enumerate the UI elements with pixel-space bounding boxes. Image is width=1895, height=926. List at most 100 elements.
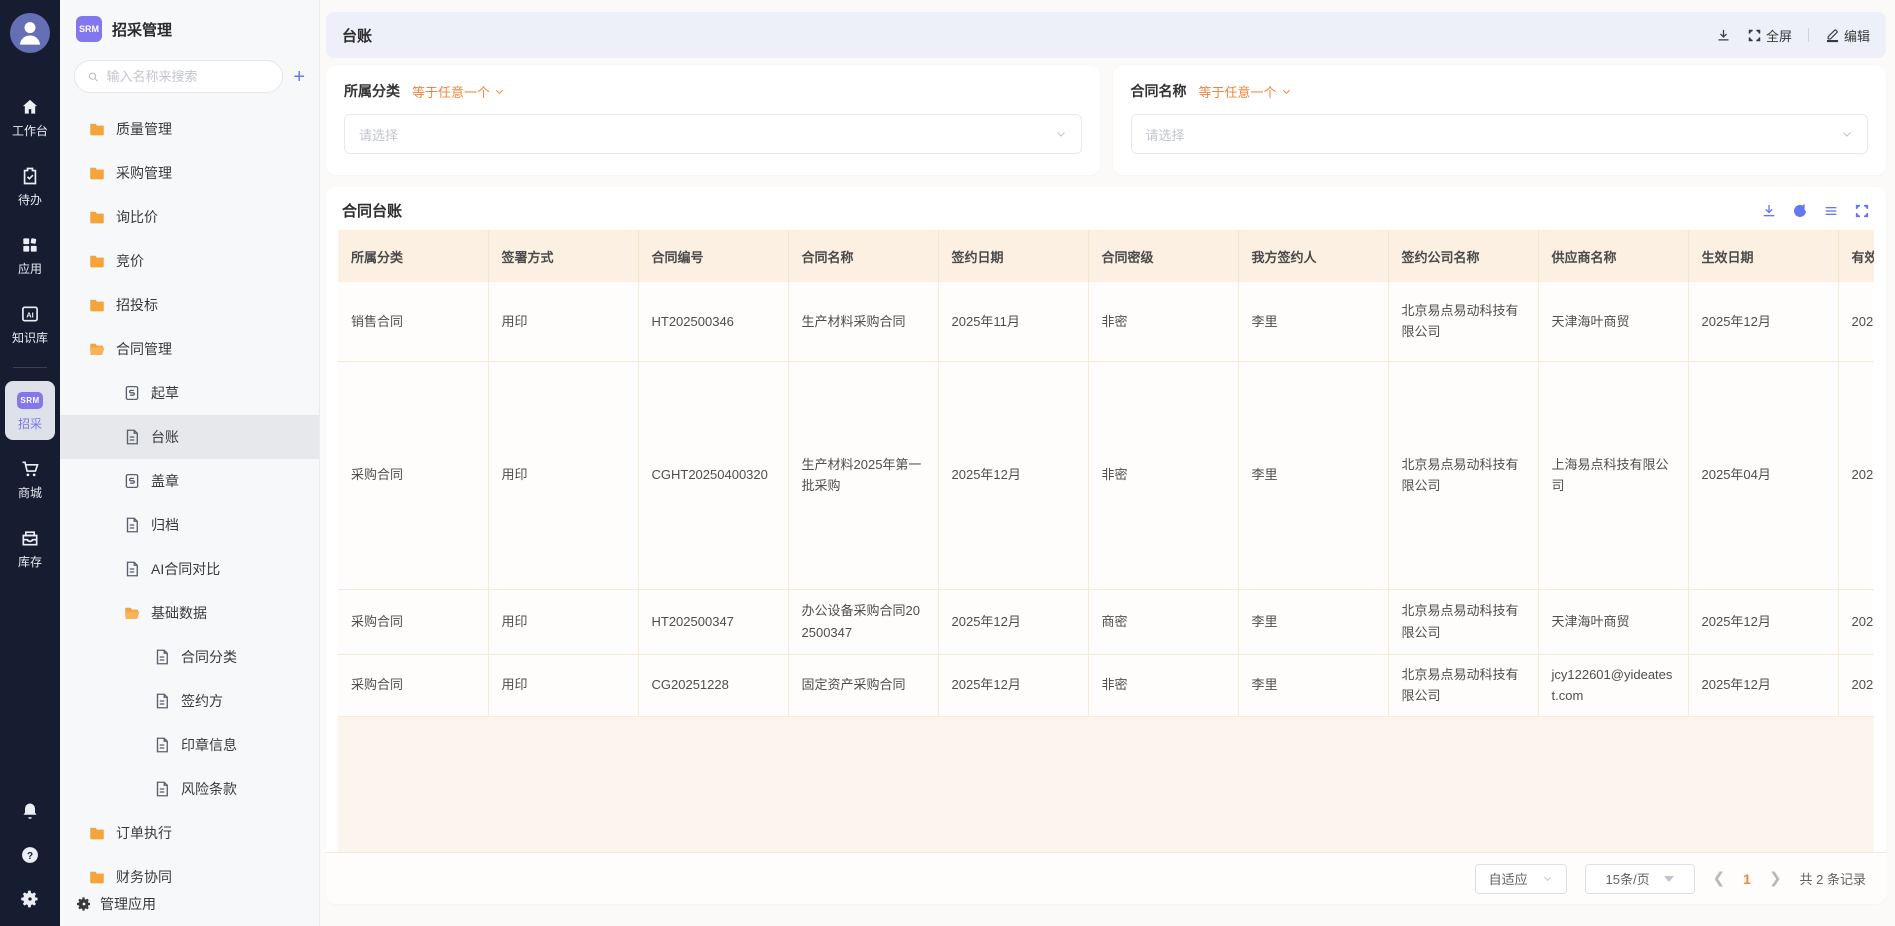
table-row[interactable]: 销售合同用印HT202500346生产材料采购合同2025年11月非密李里北京易… xyxy=(338,282,1874,361)
sidebar-item-订单执行[interactable]: 订单执行 xyxy=(60,811,319,855)
prev-page-button[interactable]: ❮ xyxy=(1713,871,1726,886)
sidebar-item-label: 采购管理 xyxy=(116,163,172,183)
sidebar-item-询比价[interactable]: 询比价 xyxy=(60,195,319,239)
fit-mode-select[interactable]: 自适应 xyxy=(1475,864,1567,894)
chevron-down-icon xyxy=(1055,128,1067,140)
column-header: 合同密级 xyxy=(1088,230,1238,282)
sidebar-item-AI合同对比[interactable]: AI合同对比 xyxy=(60,547,319,591)
rail-item-knowledge[interactable]: AI知识库 xyxy=(5,295,55,354)
table-cell: 北京易点易动科技有限公司 xyxy=(1388,589,1538,654)
column-header: 合同编号 xyxy=(638,230,788,282)
table-cell: 用印 xyxy=(488,654,638,716)
sidebar-item-风险条款[interactable]: 风险条款 xyxy=(60,767,319,811)
manage-apps-button[interactable]: 管理应用 xyxy=(60,884,319,926)
sidebar-item-招投标[interactable]: 招投标 xyxy=(60,283,319,327)
table-cell: 2025年 xyxy=(1838,361,1874,589)
page-size-select[interactable]: 15条/页 xyxy=(1585,864,1695,894)
sidebar-item-label: 财务协同 xyxy=(116,867,172,884)
filter-operator-dropdown[interactable]: 等于任意一个 xyxy=(412,82,505,101)
page-title: 台账 xyxy=(342,25,372,46)
table-download-icon[interactable] xyxy=(1761,203,1777,219)
doc-icon xyxy=(152,779,172,799)
table-cell: 北京易点易动科技有限公司 xyxy=(1388,361,1538,589)
search-input[interactable] xyxy=(107,69,271,84)
gear-icon[interactable] xyxy=(19,888,41,910)
sidebar-item-采购管理[interactable]: 采购管理 xyxy=(60,151,319,195)
column-header: 签约公司名称 xyxy=(1388,230,1538,282)
sidebar-item-合同分类[interactable]: 合同分类 xyxy=(60,635,319,679)
user-avatar[interactable] xyxy=(10,13,50,53)
sidebar-item-台账[interactable]: 台账 xyxy=(60,415,319,459)
column-settings-icon[interactable] xyxy=(1823,203,1839,219)
sidebar-item-label: 合同管理 xyxy=(116,339,172,359)
table-cell: 2025年11月 xyxy=(938,282,1088,361)
table-header-row: 所属分类签署方式合同编号合同名称签约日期合同密级我方签约人签约公司名称供应商名称… xyxy=(338,230,1874,282)
rail-item-apps[interactable]: 应用 xyxy=(5,226,55,285)
table-cell: 2025年12月 xyxy=(1688,589,1838,654)
folder-open-icon xyxy=(122,603,142,623)
question-icon[interactable]: ? xyxy=(19,844,41,866)
rail-item-workbench[interactable]: 工作台 xyxy=(5,88,55,147)
rail-item-procurement[interactable]: SRM招采 xyxy=(5,381,55,440)
table-fullscreen-icon[interactable] xyxy=(1854,203,1870,219)
sidebar: SRM 招采管理 + 质量管理采购管理询比价竞价招投标合同管理起草台账盖章归档A… xyxy=(60,0,320,926)
sidebar-item-起草[interactable]: 起草 xyxy=(60,371,319,415)
fullscreen-button[interactable]: 全屏 xyxy=(1747,26,1792,45)
table-row[interactable]: 采购合同用印CG20251228固定资产采购合同2025年12月非密李里北京易点… xyxy=(338,654,1874,716)
chevron-down-icon xyxy=(1542,873,1553,884)
table-row[interactable]: 采购合同用印CGHT20250400320生产材料2025年第一批采购2025年… xyxy=(338,361,1874,589)
divider xyxy=(1808,28,1809,42)
sidebar-item-label: 归档 xyxy=(151,515,179,535)
category-select[interactable]: 请选择 xyxy=(344,114,1082,154)
sidebar-item-合同管理[interactable]: 合同管理 xyxy=(60,327,319,371)
table-cell: 2026年 xyxy=(1838,654,1874,716)
folder-icon xyxy=(87,119,107,139)
ai-icon: AI xyxy=(19,303,41,325)
table-cell: 用印 xyxy=(488,282,638,361)
contract-name-select[interactable]: 请选择 xyxy=(1131,114,1869,154)
filter-operator-dropdown[interactable]: 等于任意一个 xyxy=(1199,82,1292,101)
filter-label: 所属分类 xyxy=(344,81,400,101)
caret-down-icon xyxy=(1664,876,1674,882)
srm-app-badge: SRM xyxy=(76,16,102,42)
sidebar-item-盖章[interactable]: 盖章 xyxy=(60,459,319,503)
column-header: 有效期限 xyxy=(1838,230,1874,282)
edit-button[interactable]: 编辑 xyxy=(1825,26,1870,45)
table-cell: 用印 xyxy=(488,361,638,589)
rail-item-label: 库存 xyxy=(18,553,42,570)
sidebar-item-基础数据[interactable]: 基础数据 xyxy=(60,591,319,635)
table-cell: 2025年 xyxy=(1838,282,1874,361)
table-row[interactable]: 采购合同用印HT202500347办公设备采购合同2025003472025年1… xyxy=(338,589,1874,654)
table-cell: HT202500347 xyxy=(638,589,788,654)
folder-icon xyxy=(87,163,107,183)
folder-icon xyxy=(87,295,107,315)
current-page[interactable]: 1 xyxy=(1743,871,1751,887)
column-header: 签约日期 xyxy=(938,230,1088,282)
table-cell: 2025年 xyxy=(1838,589,1874,654)
table-cell: 2025年12月 xyxy=(938,589,1088,654)
home-icon xyxy=(19,96,41,118)
next-page-button[interactable]: ❯ xyxy=(1769,871,1782,886)
table-cell: jcy122601@yideatest.com xyxy=(1538,654,1688,716)
column-header: 供应商名称 xyxy=(1538,230,1688,282)
refresh-icon[interactable] xyxy=(1792,203,1808,219)
rail-item-inventory[interactable]: 库存 xyxy=(5,519,55,578)
rail-item-todo[interactable]: 待办 xyxy=(5,157,55,216)
sidebar-item-印章信息[interactable]: 印章信息 xyxy=(60,723,319,767)
sidebar-item-财务协同[interactable]: 财务协同 xyxy=(60,855,319,884)
table-cell: 2025年04月 xyxy=(1688,361,1838,589)
add-button[interactable]: + xyxy=(293,67,305,87)
table-cell: 固定资产采购合同 xyxy=(788,654,938,716)
bell-icon[interactable] xyxy=(19,800,41,822)
download-button[interactable] xyxy=(1716,28,1731,43)
sidebar-search[interactable] xyxy=(74,60,283,93)
sidebar-item-竞价[interactable]: 竞价 xyxy=(60,239,319,283)
sidebar-item-归档[interactable]: 归档 xyxy=(60,503,319,547)
sidebar-item-质量管理[interactable]: 质量管理 xyxy=(60,107,319,151)
sidebar-item-签约方[interactable]: 签约方 xyxy=(60,679,319,723)
rail-item-mall[interactable]: 商城 xyxy=(5,450,55,509)
table-cell: 天津海叶商贸 xyxy=(1538,589,1688,654)
sidebar-item-label: 订单执行 xyxy=(116,823,172,843)
folder-icon xyxy=(87,823,107,843)
doc-icon xyxy=(122,515,142,535)
